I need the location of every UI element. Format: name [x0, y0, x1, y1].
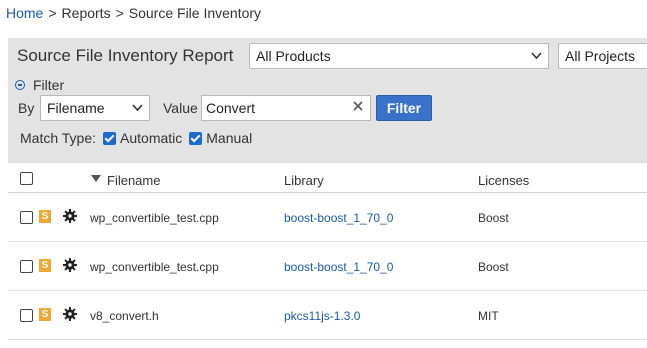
row-library-link[interactable]: boost-boost_1_70_0	[284, 211, 393, 225]
filter-toggle-label: Filter	[33, 77, 65, 93]
clear-icon[interactable]	[352, 100, 364, 112]
filter-by-value: Filename	[47, 100, 105, 116]
column-header-library[interactable]: Library	[284, 173, 324, 188]
select-all-checkbox[interactable]	[20, 172, 33, 185]
table-header: Filename Library Licenses	[8, 163, 647, 193]
results-table: Filename Library Licenses S wp_convertib…	[8, 163, 647, 340]
report-filter-panel: Source File Inventory Report All Product…	[8, 38, 647, 163]
row-license: Boost	[478, 260, 509, 274]
filter-by-select[interactable]: Filename	[40, 95, 150, 121]
breadcrumb: Home > Reports > Source File Inventory	[6, 5, 261, 21]
row-filename: wp_convertible_test.cpp	[90, 260, 219, 274]
manual-checkbox[interactable]	[189, 131, 203, 145]
breadcrumb-reports-link[interactable]: Reports	[62, 5, 111, 21]
column-header-filename[interactable]: Filename	[107, 173, 160, 188]
row-checkbox[interactable]	[20, 211, 33, 224]
gear-icon	[63, 258, 77, 272]
table-row: S wp_convertible_test.cpp boost-boost_1_…	[8, 242, 647, 291]
source-badge-icon: S	[39, 210, 51, 223]
filter-value-input[interactable]	[201, 95, 371, 121]
automatic-checkbox[interactable]	[103, 131, 117, 145]
row-license: MIT	[478, 309, 499, 323]
breadcrumb-current: Source File Inventory	[128, 5, 262, 21]
row-library-link[interactable]: boost-boost_1_70_0	[284, 260, 393, 274]
gear-icon	[63, 307, 77, 321]
product-select[interactable]: All Products	[249, 43, 549, 69]
chevron-down-icon	[132, 104, 143, 112]
gear-icon	[63, 209, 77, 223]
row-filename: v8_convert.h	[90, 309, 159, 323]
row-filename: wp_convertible_test.cpp	[90, 211, 219, 225]
collapse-icon	[15, 80, 25, 90]
project-select-value: All Projects	[565, 48, 636, 64]
row-license: Boost	[478, 211, 509, 225]
table-row: S wp_convertible_test.cpp boost-boost_1_…	[8, 193, 647, 242]
source-badge-icon: S	[39, 259, 51, 272]
match-type-label: Match Type:	[20, 130, 97, 146]
breadcrumb-separator: >	[48, 5, 57, 21]
filter-button[interactable]: Filter	[376, 95, 432, 121]
manual-label: Manual	[206, 130, 253, 146]
project-select[interactable]: All Projects	[558, 43, 647, 69]
page-title: Source File Inventory Report	[17, 46, 234, 65]
value-label: Value	[163, 100, 198, 116]
automatic-label: Automatic	[120, 130, 183, 146]
match-type-row: Match Type: Automatic Manual	[20, 130, 252, 146]
chevron-down-icon	[531, 52, 542, 60]
breadcrumb-separator: >	[115, 5, 124, 21]
product-select-value: All Products	[256, 48, 331, 64]
row-checkbox[interactable]	[20, 260, 33, 273]
filter-toggle[interactable]: Filter	[15, 77, 64, 93]
column-header-licenses[interactable]: Licenses	[478, 173, 529, 188]
sort-descending-icon[interactable]	[91, 175, 101, 182]
by-label: By	[18, 100, 35, 116]
table-row: S v8_convert.h pkcs11js-1.3.0 MIT	[8, 291, 647, 340]
source-badge-icon: S	[39, 308, 51, 321]
row-checkbox[interactable]	[20, 309, 33, 322]
breadcrumb-home-link[interactable]: Home	[6, 5, 43, 21]
row-library-link[interactable]: pkcs11js-1.3.0	[284, 309, 360, 323]
